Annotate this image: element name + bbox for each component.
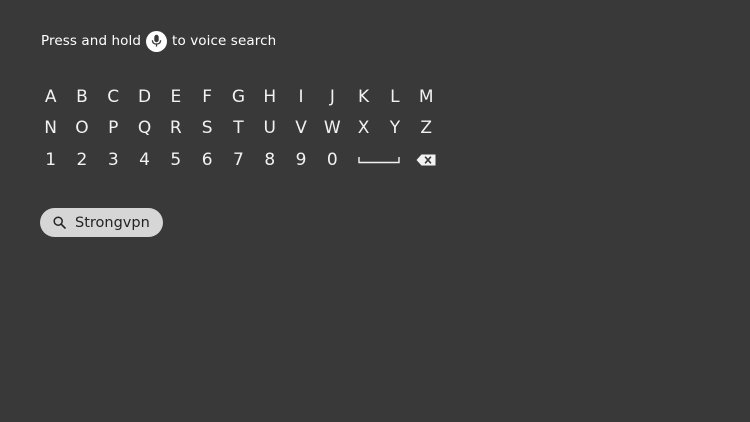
key-h[interactable]: H (254, 83, 285, 111)
key-z[interactable]: Z (411, 114, 442, 142)
key-0[interactable]: 0 (317, 146, 348, 174)
backspace-icon (416, 154, 436, 166)
key-j[interactable]: J (317, 83, 348, 111)
key-i[interactable]: I (285, 83, 316, 111)
key-a[interactable]: A (35, 83, 66, 111)
search-icon (53, 216, 66, 229)
key-2[interactable]: 2 (66, 146, 97, 174)
key-b[interactable]: B (66, 83, 97, 111)
keyboard-row-3: 1 2 3 4 5 6 7 8 9 0 (35, 144, 442, 176)
key-k[interactable]: K (348, 83, 379, 111)
key-n[interactable]: N (35, 114, 66, 142)
keyboard-row-1: A B C D E F G H I J K L M (35, 81, 442, 113)
key-1[interactable]: 1 (35, 146, 66, 174)
key-7[interactable]: 7 (223, 146, 254, 174)
key-c[interactable]: C (98, 83, 129, 111)
key-q[interactable]: Q (129, 114, 160, 142)
key-4[interactable]: 4 (129, 146, 160, 174)
backspace-key[interactable] (411, 146, 442, 174)
key-f[interactable]: F (191, 83, 222, 111)
keyboard-row-2: N O P Q R S T U V W X Y Z (35, 113, 442, 145)
key-6[interactable]: 6 (191, 146, 222, 174)
key-8[interactable]: 8 (254, 146, 285, 174)
voice-hint-text-before: Press and hold (41, 33, 142, 49)
key-v[interactable]: V (285, 114, 316, 142)
key-s[interactable]: S (191, 114, 222, 142)
key-9[interactable]: 9 (285, 146, 316, 174)
key-r[interactable]: R (160, 114, 191, 142)
key-y[interactable]: Y (379, 114, 410, 142)
key-x[interactable]: X (348, 114, 379, 142)
space-key[interactable] (348, 146, 411, 174)
key-t[interactable]: T (223, 114, 254, 142)
key-3[interactable]: 3 (98, 146, 129, 174)
key-l[interactable]: L (379, 83, 410, 111)
space-icon (358, 156, 400, 164)
search-suggestion-chip[interactable]: Strongvpn (40, 208, 163, 237)
voice-hint-text-after: to voice search (172, 33, 277, 49)
on-screen-keyboard: A B C D E F G H I J K L M N O P Q R S T … (35, 81, 442, 176)
key-g[interactable]: G (223, 83, 254, 111)
search-suggestion-label: Strongvpn (75, 214, 150, 231)
key-w[interactable]: W (317, 114, 348, 142)
key-p[interactable]: P (98, 114, 129, 142)
key-d[interactable]: D (129, 83, 160, 111)
key-5[interactable]: 5 (160, 146, 191, 174)
key-u[interactable]: U (254, 114, 285, 142)
key-m[interactable]: M (411, 83, 442, 111)
key-e[interactable]: E (160, 83, 191, 111)
voice-search-hint: Press and hold to voice search (41, 29, 276, 53)
key-o[interactable]: O (66, 114, 97, 142)
microphone-icon (146, 30, 168, 52)
